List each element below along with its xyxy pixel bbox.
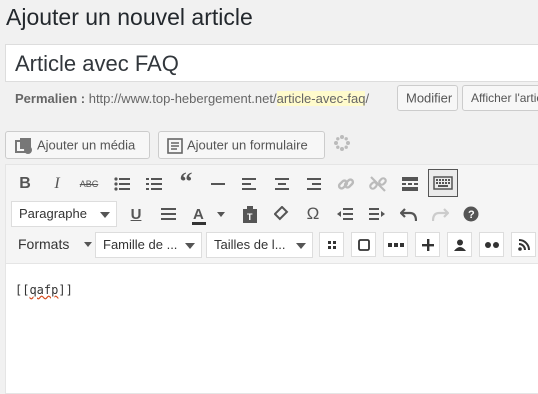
strikethrough-icon[interactable]: ABC (76, 171, 102, 197)
svg-text:T: T (247, 212, 253, 222)
bullet-list-icon[interactable] (109, 171, 135, 197)
align-center-icon[interactable] (269, 171, 295, 197)
undo-icon[interactable] (395, 201, 421, 227)
flickr-icon[interactable] (479, 232, 504, 257)
outdent-icon[interactable] (332, 201, 358, 227)
horizontal-rule-icon[interactable] (205, 171, 231, 197)
chevron-down-icon (100, 212, 110, 218)
add-media-button[interactable]: Ajouter un média (5, 131, 150, 159)
rss-icon[interactable] (511, 232, 536, 257)
justify-icon[interactable] (155, 201, 181, 227)
clear-formatting-icon[interactable] (269, 201, 295, 227)
shortcode-word: qafp (29, 283, 59, 297)
permalink-slug[interactable]: article-avec-faq (276, 91, 366, 106)
bold-icon[interactable]: B (12, 171, 38, 197)
page-title: Ajouter un nouvel article (6, 4, 253, 30)
redo-icon[interactable] (427, 201, 453, 227)
unlink-icon[interactable] (365, 171, 391, 197)
add-form-button[interactable]: Ajouter un formulaire (158, 131, 325, 159)
form-icon (167, 138, 183, 157)
gear-icon (333, 134, 351, 152)
toolbar-toggle-icon[interactable] (428, 169, 458, 197)
font-size-select[interactable]: Tailles de l... (206, 232, 313, 258)
font-family-select[interactable]: Famille de ... (95, 232, 202, 258)
indent-icon[interactable] (364, 201, 390, 227)
permalink-label: Permalien : (15, 91, 86, 106)
edit-permalink-button[interactable]: Modifier (397, 85, 458, 111)
view-article-button[interactable]: Afficher l'article (462, 85, 538, 111)
align-right-icon[interactable] (301, 171, 327, 197)
permalink-base-url: http://www.top-hebergement.net/ (88, 91, 277, 106)
box-icon[interactable] (351, 232, 376, 257)
editor-toolbar: B I ABC “ Paragraphe U A T Ω ? Formats F… (6, 165, 538, 264)
help-icon[interactable]: ? (458, 201, 484, 227)
post-title-input[interactable]: Article avec FAQ (5, 44, 538, 82)
permalink-row: Permalien : http://www.top-hebergement.n… (15, 91, 369, 106)
italic-icon[interactable]: I (44, 171, 70, 197)
user-icon[interactable] (447, 232, 472, 257)
formats-menu[interactable]: Formats (12, 231, 96, 257)
svg-text:?: ? (468, 209, 475, 221)
special-character-icon[interactable]: Ω (300, 201, 326, 227)
plus-icon[interactable] (415, 232, 440, 257)
text-color-icon[interactable]: A (188, 201, 228, 227)
chevron-down-icon (84, 242, 92, 247)
align-left-icon[interactable] (236, 171, 262, 197)
paragraph-format-select[interactable]: Paragraphe (11, 201, 117, 227)
numbered-list-icon[interactable] (141, 171, 167, 197)
chevron-down-icon (185, 243, 195, 249)
link-icon[interactable] (333, 171, 359, 197)
paste-text-icon[interactable]: T (237, 201, 263, 227)
post-title-text: Article avec FAQ (15, 51, 179, 76)
read-more-icon[interactable] (397, 171, 423, 197)
permalink-trailing: / (365, 91, 370, 106)
grid-icon[interactable] (319, 232, 344, 257)
media-icon (15, 138, 33, 157)
blockquote-icon[interactable]: “ (173, 167, 199, 196)
editor-content[interactable]: [[qafp]] (15, 283, 73, 297)
separator-dots-icon[interactable] (383, 232, 408, 257)
chevron-down-icon (296, 243, 306, 249)
underline-icon[interactable]: U (123, 201, 149, 227)
